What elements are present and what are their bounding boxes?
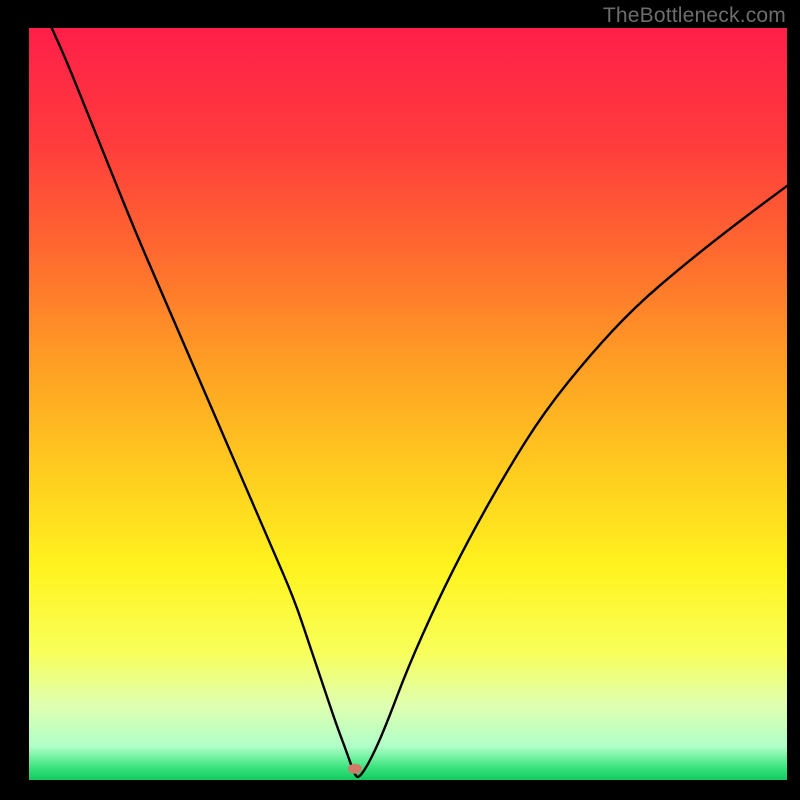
chart-frame: TheBottleneck.com — [0, 0, 800, 800]
chart-svg — [29, 28, 787, 780]
watermark-text: TheBottleneck.com — [603, 4, 786, 28]
minimum-dot-icon — [348, 764, 362, 774]
bottleneck-chart — [29, 28, 787, 780]
